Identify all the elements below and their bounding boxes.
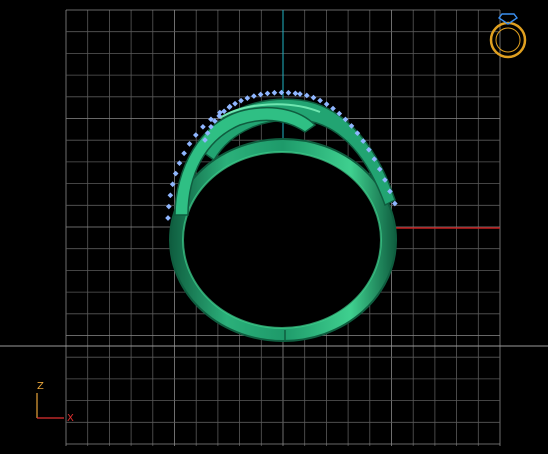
stone bbox=[200, 123, 206, 130]
stone bbox=[232, 100, 238, 107]
stone bbox=[165, 215, 171, 221]
stone bbox=[226, 103, 233, 110]
stone bbox=[172, 170, 179, 177]
stone bbox=[271, 89, 278, 96]
z-axis-label: Z bbox=[37, 381, 44, 392]
stone bbox=[264, 90, 271, 97]
stone bbox=[251, 93, 257, 99]
stone bbox=[310, 94, 317, 101]
stone bbox=[297, 91, 303, 97]
stone bbox=[186, 141, 193, 147]
stone bbox=[292, 90, 299, 97]
view-cube[interactable] bbox=[489, 13, 527, 59]
stone bbox=[176, 160, 183, 167]
stone bbox=[167, 192, 174, 199]
3d-viewport[interactable]: Z X bbox=[0, 0, 548, 454]
stone bbox=[244, 95, 251, 101]
axis-gizmo: Z X bbox=[36, 381, 74, 424]
stone bbox=[221, 108, 227, 115]
stone bbox=[323, 101, 330, 107]
x-axis-label: X bbox=[67, 413, 74, 424]
stone bbox=[181, 150, 187, 157]
stone bbox=[192, 132, 199, 138]
viewport-canvas[interactable]: Z X bbox=[0, 0, 548, 454]
stone bbox=[166, 203, 172, 210]
stone bbox=[285, 89, 292, 96]
stone bbox=[238, 97, 244, 104]
stone bbox=[317, 97, 323, 104]
ring-model[interactable] bbox=[165, 89, 398, 342]
